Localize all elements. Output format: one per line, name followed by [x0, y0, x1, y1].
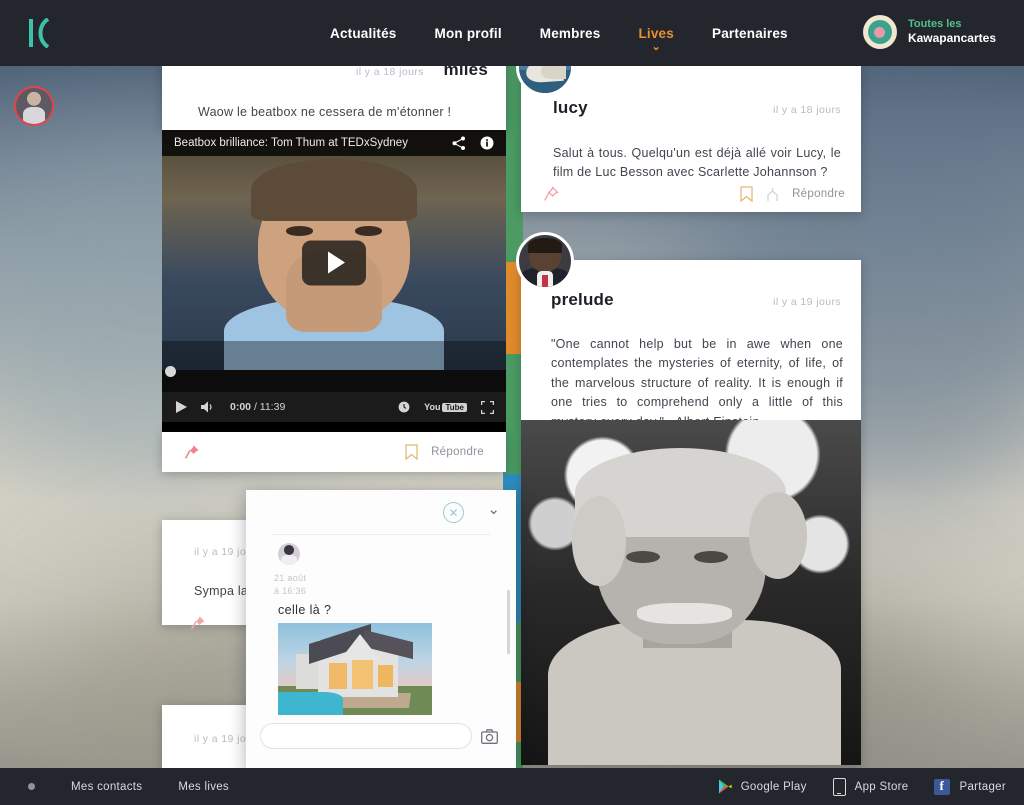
google-play-icon — [718, 779, 732, 794]
nav-item-lives[interactable]: Lives ⌄ — [638, 25, 674, 53]
chat-messages: 21 août à 16:36 celle là ? — [246, 536, 516, 725]
bottom-right-links: Google Play App Store Partager — [718, 768, 1006, 805]
post-text: Salut à tous. Quelqu'un est déjà allé vo… — [553, 146, 841, 180]
chat-message-hour: à 16:36 — [274, 586, 307, 597]
post-card-prelude: prelude il y a 19 jours "One cannot help… — [521, 260, 861, 765]
bottom-bar: Mes contacts Mes lives Google Play App S… — [0, 768, 1024, 805]
bookmark-icon[interactable] — [405, 444, 418, 460]
pin-icon[interactable] — [543, 186, 559, 202]
chat-scrollbar[interactable] — [507, 590, 510, 654]
post-header: lucy il y a 18 jours — [553, 98, 841, 118]
post-card-miles: il y a 18 jours miles Waow le beatbox ne… — [162, 56, 506, 130]
brand-block[interactable]: Toutes les Kawapancartes — [862, 15, 996, 49]
top-navigation-bar: Actualités Mon profil Membres Lives ⌄ Pa… — [0, 0, 1024, 66]
bookmark-icon[interactable] — [740, 186, 753, 202]
post-image-einstein[interactable] — [521, 420, 861, 765]
video-time-current: 0:00 — [230, 401, 252, 413]
video-controls: 0:00 / 11:39 You Tube — [162, 392, 506, 422]
post-actions-miles: Répondre — [162, 432, 506, 472]
volume-icon[interactable] — [201, 401, 216, 413]
post-timestamp: il y a 19 jou — [194, 733, 253, 745]
kawapan-logo-icon[interactable] — [26, 18, 58, 48]
status-dot — [28, 783, 35, 790]
video-time: 0:00 / 11:39 — [230, 401, 285, 413]
chat-input-row — [246, 716, 516, 756]
video-time-total: 11:39 — [259, 401, 286, 413]
fullscreen-icon[interactable] — [481, 400, 494, 414]
share-label: Partager — [959, 780, 1006, 793]
youtube-tube: Tube — [442, 402, 467, 412]
post-timestamp: il y a 19 jours — [773, 296, 841, 308]
chat-message-avatar[interactable] — [278, 543, 300, 565]
video-title: Beatbox brilliance: Tom Thum at TEDxSydn… — [174, 137, 408, 149]
share-link[interactable]: Partager — [934, 778, 1006, 795]
chat-message-image[interactable] — [278, 623, 432, 715]
brand-line-1: Toutes les — [907, 17, 962, 30]
chevron-down-icon[interactable]: ⌄ — [487, 502, 500, 517]
play-icon[interactable] — [176, 401, 187, 413]
bottom-item-mes-contacts[interactable]: Mes contacts — [71, 781, 142, 793]
nav-item-actualites[interactable]: Actualités — [330, 26, 397, 41]
post-header: prelude il y a 19 jours — [551, 290, 841, 310]
nav-item-partenaires[interactable]: Partenaires — [712, 26, 788, 41]
chat-divider — [272, 534, 490, 535]
post-timestamp: il y a 18 jours — [356, 66, 424, 78]
reply-label[interactable]: Répondre — [431, 446, 484, 458]
avatar-prelude[interactable] — [516, 232, 574, 290]
chevron-down-icon[interactable]: ⌄ — [652, 41, 661, 53]
camera-icon[interactable] — [481, 728, 498, 744]
clock-icon[interactable] — [398, 401, 410, 413]
video-play-button[interactable] — [302, 240, 366, 286]
brand-line-2: Kawapancartes — [907, 31, 996, 46]
post-timestamp: il y a 19 jou — [194, 546, 253, 558]
share-icon[interactable] — [452, 136, 466, 151]
post-timestamp: il y a 18 jours — [773, 104, 841, 116]
app-store-link[interactable]: App Store — [832, 777, 909, 796]
kawapancarte-circle-icon — [862, 15, 897, 49]
post-card-lucy: lucy il y a 18 jours Salut à tous. Quelq… — [521, 64, 861, 212]
video-title-bar: Beatbox brilliance: Tom Thum at TEDxSydn… — [162, 130, 506, 156]
google-play-label: Google Play — [740, 780, 807, 793]
post-username[interactable]: prelude — [551, 290, 614, 310]
app-root: il y a 18 jours miles Waow le beatbox ne… — [0, 0, 1024, 805]
facebook-icon — [934, 778, 951, 795]
branch-icon[interactable] — [766, 187, 779, 202]
post-actions: Répondre — [543, 179, 845, 209]
video-progress-knob[interactable] — [165, 366, 176, 377]
post-text: Waow le beatbox ne cessera de m'étonner … — [198, 105, 452, 119]
nav-item-mon-profil[interactable]: Mon profil — [435, 26, 502, 41]
post-text: "One cannot help but be in awe when one … — [551, 337, 843, 429]
video-progress-bar[interactable] — [162, 366, 506, 392]
chat-message-date: 21 août — [274, 573, 307, 583]
video-time-separator: / — [253, 401, 257, 413]
chat-input[interactable] — [260, 723, 472, 749]
app-store-label: App Store — [854, 780, 909, 793]
youtube-player[interactable]: Beatbox brilliance: Tom Thum at TEDxSydn… — [162, 130, 506, 432]
pin-icon[interactable] — [190, 615, 206, 631]
pin-icon-wrap[interactable] — [190, 615, 206, 631]
info-icon[interactable] — [480, 136, 494, 150]
reply-label[interactable]: Répondre — [792, 188, 845, 200]
post-text: Sympa la — [194, 584, 249, 598]
google-play-link[interactable]: Google Play — [718, 779, 807, 794]
current-user-avatar[interactable] — [14, 86, 54, 126]
post-username[interactable]: lucy — [553, 98, 588, 118]
chat-popup[interactable]: ✕ ⌄ 21 août à 16:36 celle là ? — [246, 490, 516, 781]
close-icon[interactable]: ✕ — [443, 502, 464, 523]
nav-item-membres[interactable]: Membres — [540, 26, 601, 41]
bottom-item-mes-lives[interactable]: Mes lives — [178, 781, 229, 793]
chat-header: ✕ ⌄ — [246, 490, 516, 534]
pin-icon[interactable] — [184, 444, 200, 460]
phone-icon — [832, 777, 846, 796]
chat-message-text: celle là ? — [278, 603, 332, 617]
youtube-logo[interactable]: You Tube — [424, 402, 467, 412]
main-nav: Actualités Mon profil Membres Lives ⌄ Pa… — [330, 0, 788, 66]
brand-text: Toutes les Kawapancartes — [908, 18, 996, 47]
youtube-you: You — [424, 402, 441, 412]
nav-item-lives-label: Lives — [638, 25, 674, 41]
chat-message-time: 21 août à 16:36 — [274, 572, 306, 598]
